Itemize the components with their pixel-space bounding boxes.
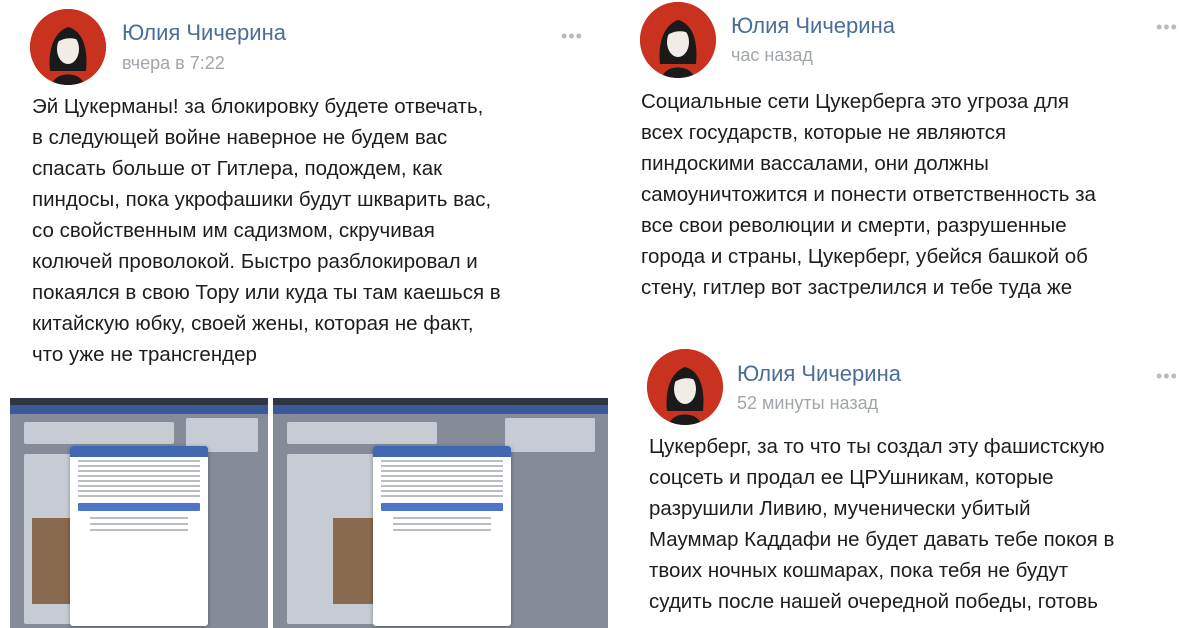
- post-time[interactable]: 52 минуты назад: [737, 393, 878, 414]
- avatar[interactable]: [30, 9, 106, 85]
- author-name[interactable]: Юлия Чичерина: [737, 361, 901, 387]
- post-text: Эй Цукерманы! за блокировку будете отвеч…: [32, 95, 501, 366]
- more-dots-icon[interactable]: •••: [1156, 18, 1178, 36]
- post-text: Цукерберг, за то что ты создал эту фашис…: [649, 435, 1115, 613]
- screenshot-image: [273, 398, 608, 628]
- avatar[interactable]: [640, 2, 716, 78]
- avatar[interactable]: [647, 349, 723, 425]
- post-text: Социальные сети Цукерберга это угроза дл…: [641, 90, 1096, 299]
- author-name[interactable]: Юлия Чичерина: [122, 20, 286, 46]
- portrait-avatar-icon: [647, 349, 723, 425]
- screenshot-image: [10, 398, 268, 628]
- post-time[interactable]: час назад: [731, 45, 813, 66]
- more-dots-icon[interactable]: •••: [561, 27, 583, 45]
- post-time[interactable]: вчера в 7:22: [122, 53, 225, 74]
- more-dots-icon[interactable]: •••: [1156, 367, 1178, 385]
- portrait-avatar-icon: [30, 9, 106, 85]
- portrait-avatar-icon: [640, 2, 716, 78]
- author-name[interactable]: Юлия Чичерина: [731, 13, 895, 39]
